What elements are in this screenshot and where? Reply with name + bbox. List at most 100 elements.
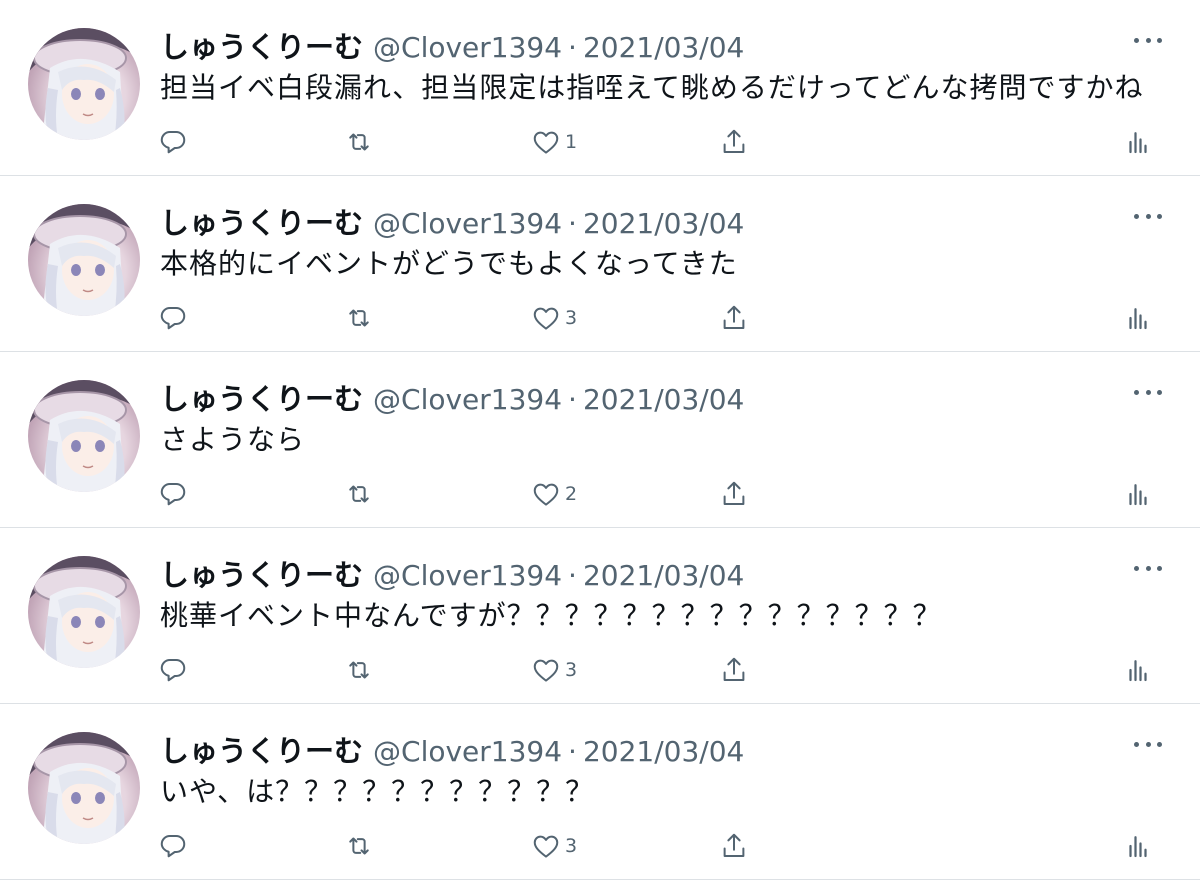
- share-button[interactable]: [719, 124, 749, 160]
- tweet-header: しゅうくりーむ @Clover1394 · 2021/03/04: [160, 728, 744, 770]
- reply-icon: [160, 835, 186, 858]
- reply-button[interactable]: [158, 652, 188, 688]
- retweet-icon: [349, 309, 369, 327]
- like-count: 1: [565, 131, 578, 153]
- like-button[interactable]: 3: [531, 828, 577, 864]
- analytics-button[interactable]: [1123, 652, 1153, 688]
- display-name[interactable]: しゅうくりーむ: [160, 200, 363, 242]
- display-name[interactable]: しゅうくりーむ: [160, 728, 363, 770]
- retweet-icon: [349, 661, 369, 679]
- reply-button[interactable]: [158, 476, 188, 512]
- like-button[interactable]: 3: [531, 652, 577, 688]
- like-button[interactable]: 1: [531, 124, 577, 160]
- share-icon: [723, 129, 745, 153]
- tweet-date[interactable]: 2021/03/04: [583, 383, 744, 416]
- tweet-feed: しゅうくりーむ @Clover1394 · 2021/03/04 担当イベ白段漏…: [0, 0, 1200, 892]
- tweet-actions: 2: [0, 476, 1200, 512]
- retweet-icon: [349, 837, 369, 855]
- analytics-icon: [1129, 660, 1147, 682]
- analytics-button[interactable]: [1123, 300, 1153, 336]
- tweet-header: しゅうくりーむ @Clover1394 · 2021/03/04: [160, 24, 744, 66]
- separator: ·: [568, 559, 577, 592]
- user-handle[interactable]: @Clover1394: [373, 383, 562, 416]
- reply-icon: [160, 131, 186, 154]
- like-count: 3: [565, 835, 578, 857]
- analytics-button[interactable]: [1123, 476, 1153, 512]
- share-icon: [723, 833, 745, 857]
- retweet-button[interactable]: [344, 828, 374, 864]
- analytics-icon: [1129, 836, 1147, 858]
- reply-icon: [160, 483, 186, 506]
- reply-icon: [160, 659, 186, 682]
- user-handle[interactable]: @Clover1394: [373, 735, 562, 768]
- more-icon[interactable]: [1134, 734, 1162, 754]
- tweet[interactable]: しゅうくりーむ @Clover1394 · 2021/03/04 いや、は？？？…: [0, 704, 1200, 880]
- retweet-icon: [349, 133, 369, 151]
- reply-icon: [160, 307, 186, 330]
- separator: ·: [568, 383, 577, 416]
- share-icon: [723, 481, 745, 505]
- display-name[interactable]: しゅうくりーむ: [160, 376, 363, 418]
- heart-icon: [533, 835, 559, 858]
- tweet-actions: 3: [0, 652, 1200, 688]
- retweet-button[interactable]: [344, 300, 374, 336]
- tweet-date[interactable]: 2021/03/04: [583, 735, 744, 768]
- tweet-text: いや、は？？？？？？？？？？？: [160, 775, 595, 808]
- like-button[interactable]: 2: [531, 476, 577, 512]
- retweet-button[interactable]: [344, 652, 374, 688]
- analytics-icon: [1129, 308, 1147, 330]
- tweet-text: さようなら: [160, 423, 306, 456]
- separator: ·: [568, 207, 577, 240]
- heart-icon: [533, 131, 559, 154]
- user-handle[interactable]: @Clover1394: [373, 559, 562, 592]
- share-button[interactable]: [719, 652, 749, 688]
- like-button[interactable]: 3: [531, 300, 577, 336]
- tweet[interactable]: しゅうくりーむ @Clover1394 · 2021/03/04 桃華イベント中…: [0, 528, 1200, 704]
- tweet[interactable]: しゅうくりーむ @Clover1394 · 2021/03/04 担当イベ白段漏…: [0, 0, 1200, 176]
- analytics-icon: [1129, 484, 1147, 506]
- share-button[interactable]: [719, 828, 749, 864]
- retweet-icon: [349, 485, 369, 503]
- tweet-date[interactable]: 2021/03/04: [583, 559, 744, 592]
- tweet-text: 担当イベ白段漏れ、担当限定は指咥えて眺めるだけってどんな拷問ですかね: [160, 71, 1144, 104]
- tweet-text: 本格的にイベントがどうでもよくなってきた: [160, 247, 738, 280]
- analytics-icon: [1129, 132, 1147, 154]
- more-icon[interactable]: [1134, 206, 1162, 226]
- tweet-text: 桃華イベント中なんですが？？？？？？？？？？？？？？？: [160, 599, 942, 632]
- user-handle[interactable]: @Clover1394: [373, 207, 562, 240]
- tweet-header: しゅうくりーむ @Clover1394 · 2021/03/04: [160, 376, 744, 418]
- like-count: 3: [565, 307, 578, 329]
- tweet-date[interactable]: 2021/03/04: [583, 207, 744, 240]
- separator: ·: [568, 735, 577, 768]
- tweet[interactable]: しゅうくりーむ @Clover1394 · 2021/03/04 本格的にイベン…: [0, 176, 1200, 352]
- tweet[interactable]: しゅうくりーむ @Clover1394 · 2021/03/04 さようなら 2: [0, 352, 1200, 528]
- share-icon: [723, 657, 745, 681]
- heart-icon: [533, 307, 559, 330]
- separator: ·: [568, 31, 577, 64]
- tweet-header: しゅうくりーむ @Clover1394 · 2021/03/04: [160, 200, 744, 242]
- share-button[interactable]: [719, 476, 749, 512]
- reply-button[interactable]: [158, 300, 188, 336]
- more-icon[interactable]: [1134, 382, 1162, 402]
- retweet-button[interactable]: [344, 476, 374, 512]
- analytics-button[interactable]: [1123, 124, 1153, 160]
- analytics-button[interactable]: [1123, 828, 1153, 864]
- tweet-date[interactable]: 2021/03/04: [583, 31, 744, 64]
- retweet-button[interactable]: [344, 124, 374, 160]
- share-button[interactable]: [719, 300, 749, 336]
- tweet-header: しゅうくりーむ @Clover1394 · 2021/03/04: [160, 552, 744, 594]
- heart-icon: [533, 483, 559, 506]
- like-count: 2: [565, 483, 578, 505]
- tweet-actions: 1: [0, 124, 1200, 160]
- tweet-actions: 3: [0, 828, 1200, 864]
- heart-icon: [533, 659, 559, 682]
- reply-button[interactable]: [158, 828, 188, 864]
- display-name[interactable]: しゅうくりーむ: [160, 552, 363, 594]
- display-name[interactable]: しゅうくりーむ: [160, 24, 363, 66]
- user-handle[interactable]: @Clover1394: [373, 31, 562, 64]
- like-count: 3: [565, 659, 578, 681]
- more-icon[interactable]: [1134, 30, 1162, 50]
- more-icon[interactable]: [1134, 558, 1162, 578]
- reply-button[interactable]: [158, 124, 188, 160]
- tweet-actions: 3: [0, 300, 1200, 336]
